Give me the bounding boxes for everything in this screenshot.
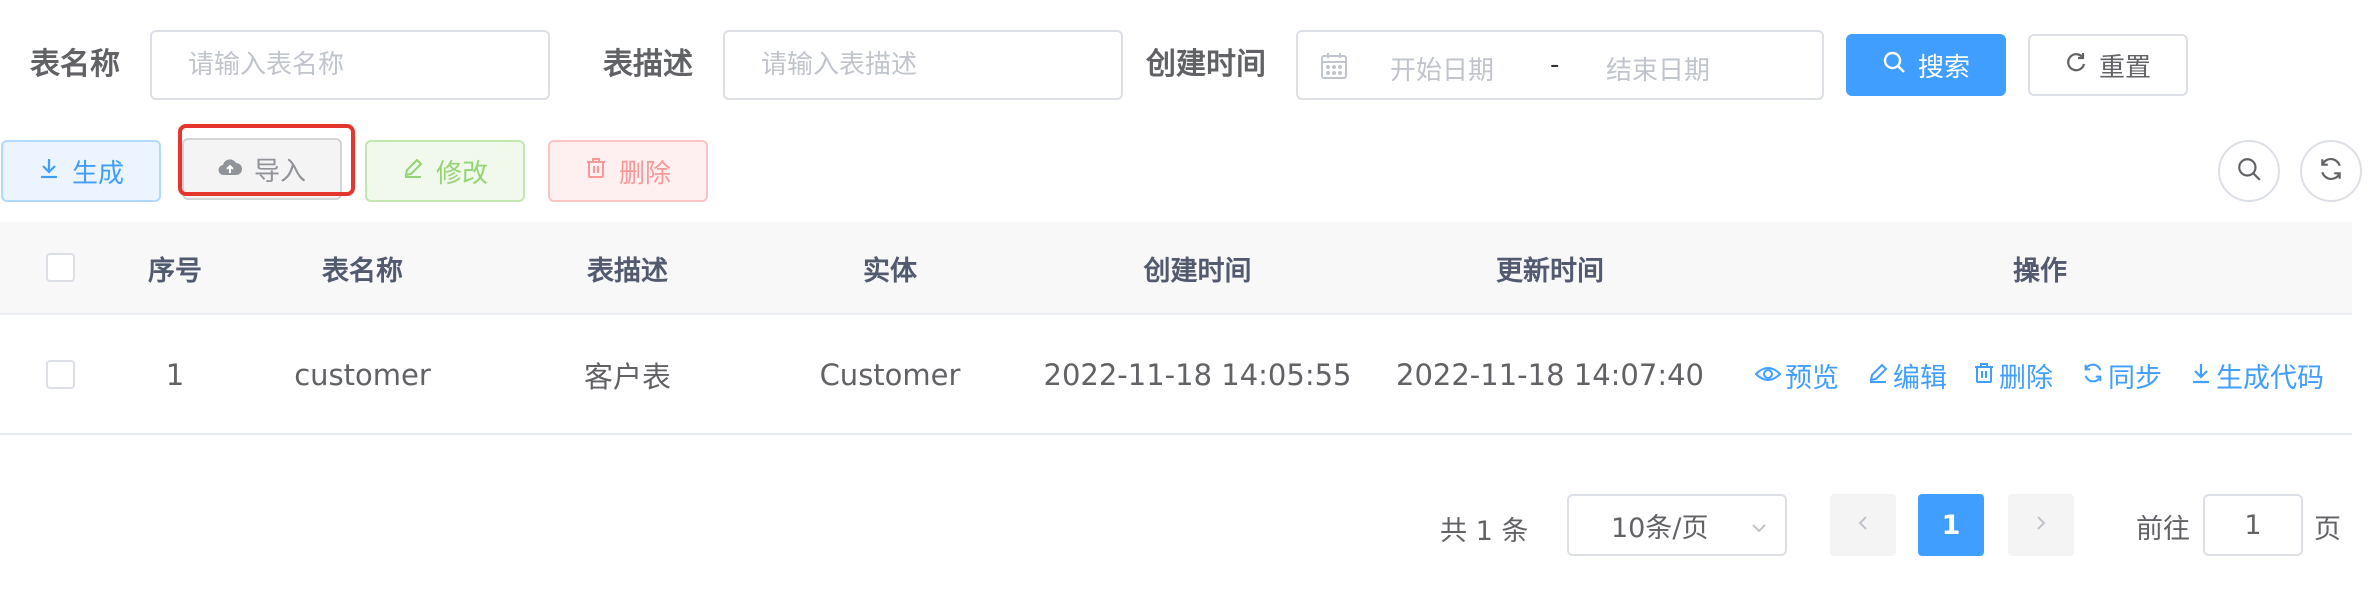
generate-button-label: 生成 (71, 158, 124, 189)
trash-icon (585, 156, 607, 186)
column-header-created: 创建时间 (1143, 256, 1252, 287)
column-header-index: 序号 (148, 256, 202, 287)
page-size-value: 10条/页 (1611, 512, 1709, 544)
search-icon (1882, 50, 1906, 81)
cell-table-name: customer (294, 358, 431, 392)
delete-button[interactable]: 删除 (548, 140, 708, 202)
refresh-icon (2318, 156, 2344, 186)
select-all-checkbox[interactable] (46, 253, 75, 282)
chevron-right-icon (2031, 513, 2051, 537)
reset-button[interactable]: 重置 (2028, 34, 2188, 96)
prev-page-button[interactable] (1830, 494, 1896, 556)
row-checkbox[interactable] (46, 360, 75, 389)
refresh-icon (2082, 360, 2104, 391)
table-name-label: 表名称 (30, 47, 120, 82)
edit-action[interactable]: 编辑 (1867, 356, 1947, 395)
reset-button-label: 重置 (2098, 52, 2151, 83)
column-header-updated: 更新时间 (1496, 256, 1604, 287)
download-icon (2190, 360, 2212, 391)
delete-button-label: 删除 (618, 158, 671, 189)
date-separator: - (1550, 50, 1560, 80)
search-button[interactable]: 搜索 (1846, 34, 2006, 96)
cell-updated: 2022-11-18 14:07:40 (1396, 358, 1704, 392)
search-button-label: 搜索 (1917, 52, 1970, 83)
next-page-button[interactable] (2008, 494, 2074, 556)
preview-action-label: 预览 (1785, 363, 1839, 394)
column-header-table-desc: 表描述 (587, 256, 668, 287)
table-desc-label: 表描述 (603, 47, 693, 82)
cell-table-desc: 客户表 (583, 360, 671, 394)
refresh-icon (2065, 50, 2087, 80)
goto-label: 前往 (2136, 513, 2190, 545)
page-suffix: 页 (2314, 513, 2341, 545)
column-header-table-name: 表名称 (322, 256, 403, 287)
eye-icon (1754, 360, 1782, 391)
generate-code-action-label: 生成代码 (2216, 363, 2324, 394)
cell-created: 2022-11-18 14:05:55 (1043, 358, 1352, 392)
edit-icon (402, 156, 424, 186)
total-count: 共 1 条 (1440, 515, 1529, 547)
created-time-label: 创建时间 (1146, 47, 1266, 82)
toggle-search-button[interactable] (2218, 140, 2280, 202)
edit-button[interactable]: 修改 (365, 140, 525, 202)
table-desc-field[interactable] (759, 49, 1121, 81)
column-header-actions: 操作 (2013, 256, 2067, 287)
cell-entity: Customer (819, 358, 961, 392)
generate-button[interactable]: 生成 (1, 140, 161, 202)
date-range-picker[interactable]: 开始日期 - 结束日期 (1296, 30, 1824, 100)
download-icon (38, 156, 60, 186)
start-date-input[interactable]: 开始日期 (1390, 50, 1494, 87)
edit-action-label: 编辑 (1893, 363, 1947, 394)
delete-action-label: 删除 (1999, 363, 2053, 394)
page-size-select[interactable]: 10条/页 (1567, 494, 1787, 556)
highlight-box (178, 124, 355, 196)
table-desc-input[interactable] (723, 30, 1123, 100)
goto-page-input[interactable]: 1 (2203, 494, 2303, 556)
cell-index: 1 (165, 358, 185, 392)
page-number-current[interactable]: 1 (1918, 494, 1984, 556)
delete-action[interactable]: 删除 (1973, 356, 2053, 395)
chevron-left-icon (1853, 513, 1873, 537)
edit-button-label: 修改 (435, 158, 488, 189)
end-date-input[interactable]: 结束日期 (1606, 50, 1710, 87)
calendar-icon (1320, 52, 1348, 87)
generate-code-action[interactable]: 生成代码 (2190, 356, 2324, 395)
refresh-table-button[interactable] (2300, 140, 2362, 202)
table-name-field[interactable] (186, 49, 548, 81)
table-name-input[interactable] (150, 30, 550, 100)
edit-icon (1867, 360, 1889, 391)
chevron-down-icon (1749, 514, 1769, 545)
sync-action-label: 同步 (2108, 363, 2162, 394)
search-icon (2236, 156, 2262, 186)
trash-icon (1973, 360, 1995, 391)
column-header-entity: 实体 (863, 256, 917, 287)
preview-action[interactable]: 预览 (1754, 356, 1839, 395)
sync-action[interactable]: 同步 (2082, 356, 2162, 395)
